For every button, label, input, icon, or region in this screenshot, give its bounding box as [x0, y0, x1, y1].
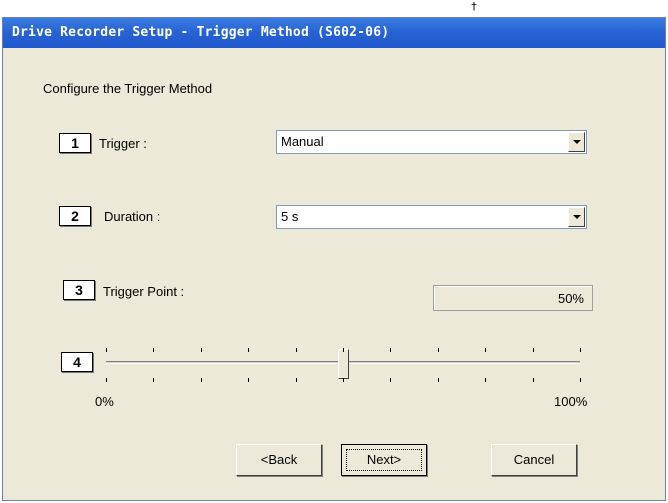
slider-min-label: 0%: [95, 394, 114, 409]
duration-label: Duration :: [104, 209, 161, 224]
slider-tick: [580, 378, 581, 382]
section-heading: Configure the Trigger Method: [43, 81, 213, 96]
duration-select[interactable]: 5 s: [276, 205, 587, 229]
duration-select-value: 5 s: [281, 209, 299, 224]
slider-tick: [580, 348, 581, 352]
duration-dropdown-button[interactable]: [568, 207, 585, 227]
step-number-3: 3: [63, 280, 95, 300]
trigger-point-value: 50%: [557, 291, 584, 306]
slider-tick: [201, 378, 202, 382]
step-number-1: 1: [59, 133, 91, 153]
slider-tick: [296, 348, 297, 352]
window-title: Drive Recorder Setup - Trigger Method (S…: [3, 18, 665, 48]
slider-tick: [485, 348, 486, 352]
trigger-label: Trigger :: [99, 136, 147, 151]
trigger-point-readout: 50%: [433, 285, 593, 311]
dialog-window: Drive Recorder Setup - Trigger Method (S…: [2, 17, 666, 501]
slider-tick: [438, 348, 439, 352]
step-number-4: 4: [61, 352, 93, 372]
slider-tick: [485, 378, 486, 382]
slider-thumb[interactable]: [338, 349, 349, 379]
chevron-down-icon: [573, 215, 581, 219]
slider-tick: [106, 348, 107, 352]
slider-tick: [153, 378, 154, 382]
slider-tick: [343, 348, 344, 352]
chevron-down-icon: [573, 140, 581, 144]
slider-max-label: 100%: [554, 394, 588, 409]
trigger-point-label: Trigger Point :: [103, 284, 185, 299]
slider-tick: [153, 348, 154, 352]
slider-tick: [296, 378, 297, 382]
trigger-select-value: Manual: [281, 134, 324, 149]
trigger-select[interactable]: Manual: [276, 130, 587, 154]
slider-tick: [248, 348, 249, 352]
slider-tick: [201, 348, 202, 352]
slider-tick: [438, 378, 439, 382]
trigger-dropdown-button[interactable]: [568, 132, 585, 152]
next-button-label: Next>: [346, 449, 422, 471]
back-button[interactable]: <Back: [236, 444, 322, 476]
slider-tick: [248, 378, 249, 382]
slider-tick: [533, 378, 534, 382]
slider-tick: [106, 378, 107, 382]
slider-tick: [343, 378, 344, 382]
corner-mark: †: [471, 0, 477, 13]
slider-tick: [390, 378, 391, 382]
slider-tick: [390, 348, 391, 352]
next-button[interactable]: Next>: [341, 444, 427, 476]
cancel-button[interactable]: Cancel: [491, 444, 577, 476]
slider-tick: [533, 348, 534, 352]
step-number-2: 2: [59, 206, 91, 226]
